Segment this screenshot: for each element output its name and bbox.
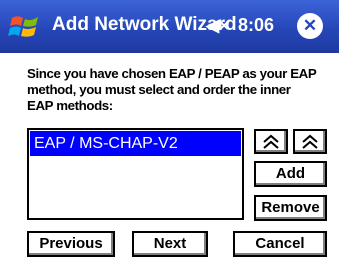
instruction-text: Since you have chosen EAP / PEAP as your… — [27, 66, 317, 113]
move-down-button[interactable] — [293, 129, 327, 154]
close-button[interactable]: ✕ — [297, 13, 323, 39]
next-button[interactable]: Next — [132, 231, 208, 257]
list-item-eap-mschapv2[interactable]: EAP / MS-CHAP-V2 — [30, 131, 241, 156]
clock[interactable]: 8:06 — [238, 15, 274, 36]
eap-method-list[interactable]: EAP / MS-CHAP-V2 — [27, 128, 244, 220]
volume-mute-icon[interactable]: ◀× — [206, 16, 229, 36]
windows-start-icon[interactable] — [8, 10, 42, 44]
add-button[interactable]: Add — [254, 161, 327, 187]
chevron-double-up-icon — [263, 134, 279, 149]
previous-button[interactable]: Previous — [27, 231, 115, 257]
cancel-button[interactable]: Cancel — [233, 231, 327, 257]
move-up-button[interactable] — [254, 129, 288, 154]
remove-button[interactable]: Remove — [254, 195, 327, 221]
chevron-double-up-icon — [302, 134, 318, 149]
title-bar: Add Network Wizard ◀× 8:06 ✕ — [0, 0, 339, 53]
